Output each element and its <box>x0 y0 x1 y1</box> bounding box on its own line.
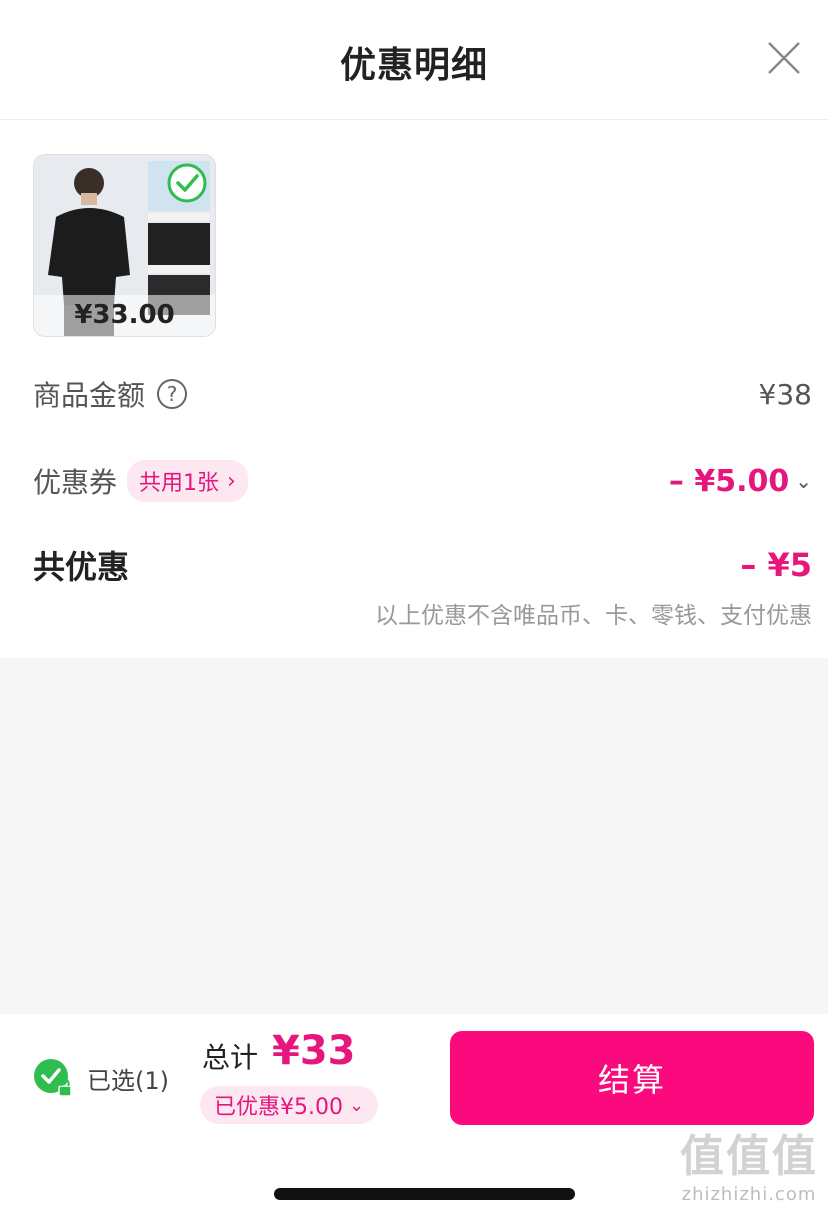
sheet-header: 优惠明细 <box>0 0 828 120</box>
watermark: 值值值 zhizhizhi.com <box>680 1120 818 1205</box>
coupon-row[interactable]: 优惠券 共用1张 › – ¥5.00 ⌄ <box>33 460 812 502</box>
total-discount-value: – ¥5 <box>740 546 812 584</box>
watermark-url: zhizhizhi.com <box>681 1184 817 1205</box>
help-icon[interactable]: ? <box>157 379 188 409</box>
selected-count: 已选(1) <box>87 1066 169 1095</box>
total-discount-label: 共优惠 <box>33 548 130 586</box>
coupon-value[interactable]: – ¥5.00 ⌄ <box>669 464 812 499</box>
check-circle-icon <box>167 163 207 203</box>
watermark-logo: 值值值 <box>680 1131 818 1182</box>
goods-amount-label: 商品金额 <box>33 379 146 412</box>
empty-area <box>0 658 828 1014</box>
checkout-button[interactable]: 结算 <box>450 1031 814 1125</box>
coupon-detail-sheet: 优惠明细 ¥33.00 商品金额 ? ¥38 优惠券 共用1张 › – ¥5.0… <box>0 0 828 1217</box>
coupon-count-pill[interactable]: 共用1张 › <box>127 460 248 502</box>
close-icon[interactable] <box>766 40 802 76</box>
goods-amount-row: 商品金额 ? ¥38 <box>33 374 812 414</box>
goods-amount-value: ¥38 <box>758 377 812 411</box>
chevron-right-icon: › <box>227 468 236 494</box>
page-title: 优惠明细 <box>339 45 488 86</box>
total-price: ¥33 <box>272 1028 356 1074</box>
product-price: ¥33.00 <box>74 300 175 330</box>
home-indicator[interactable] <box>274 1188 575 1200</box>
discount-detail-pill[interactable]: 已优惠¥5.00 ⌄ <box>200 1086 379 1124</box>
discount-note: 以上优惠不含唯品币、卡、零钱、支付优惠 <box>375 603 812 629</box>
selected-lock-check-icon <box>34 1059 72 1097</box>
discounted-amount: 已优惠¥5.00 <box>214 1095 343 1120</box>
checkout-bar: 已选(1) 总计 ¥33 已优惠¥5.00 ⌄ 结算 值值值 zhizhizhi… <box>0 1014 828 1217</box>
coupon-count-text: 共用1张 <box>139 471 220 496</box>
product-thumbnail[interactable]: ¥33.00 <box>33 154 216 337</box>
coupon-amount: – ¥5.00 <box>668 463 790 499</box>
total-label: 总计 <box>202 1041 259 1074</box>
chevron-down-icon: ⌄ <box>348 1094 365 1116</box>
coupon-label: 优惠券 <box>33 466 118 499</box>
chevron-down-icon: ⌄ <box>795 469 812 493</box>
total-discount-row: 共优惠 – ¥5 <box>33 542 812 588</box>
select-all-toggle[interactable]: 已选(1) <box>33 1058 169 1098</box>
